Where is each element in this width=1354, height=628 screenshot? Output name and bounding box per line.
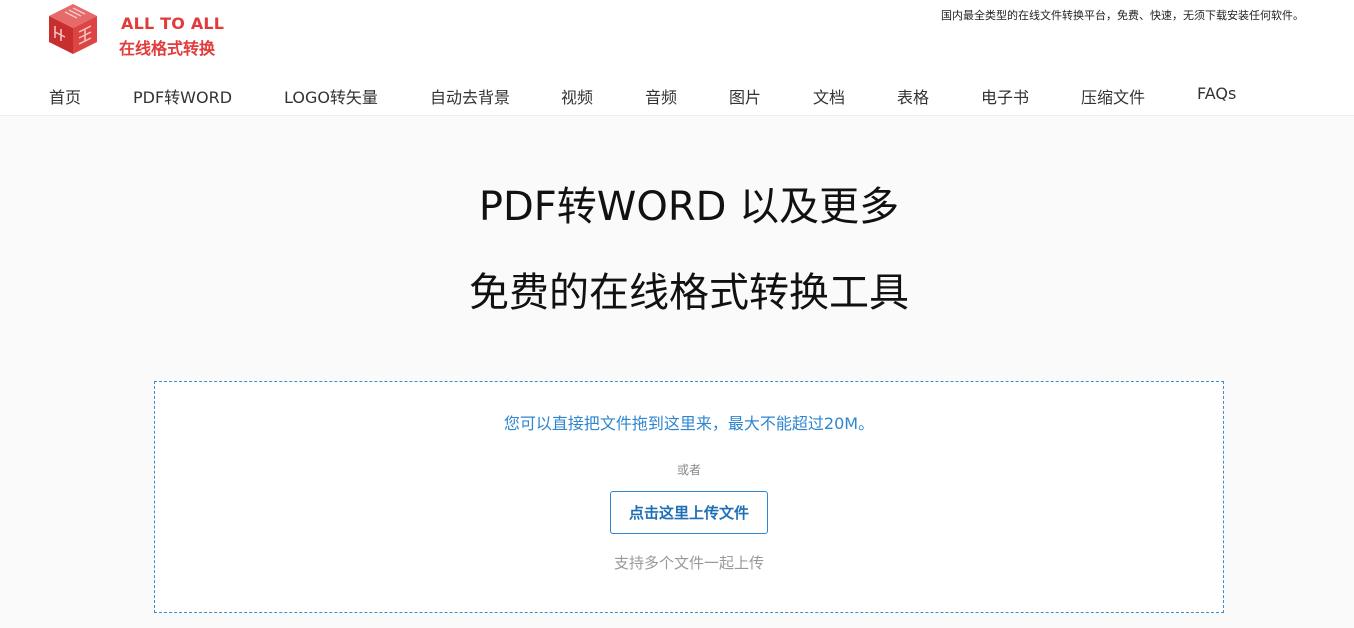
nav-item-audio[interactable]: 音频 <box>645 84 677 108</box>
nav-item-image[interactable]: 图片 <box>729 84 761 108</box>
nav-item-document[interactable]: 文档 <box>813 84 845 108</box>
hero-title-primary: PDF转WORD 以及更多 <box>478 184 900 230</box>
hero-title-secondary: 免费的在线格式转换工具 <box>469 270 909 316</box>
drop-hint-text: 您可以直接把文件拖到这里来，最大不能超过20M。 <box>503 414 875 433</box>
logo-text-chinese: 在线格式转换 <box>119 39 216 58</box>
multi-upload-hint: 支持多个文件一起上传 <box>613 554 764 572</box>
or-separator-text: 或者 <box>676 463 701 477</box>
site-logo[interactable]: ALL TO ALL 在线格式转换 <box>47 2 227 58</box>
nav-item-logo-to-vector[interactable]: LOGO转矢量 <box>284 84 378 108</box>
main-nav: 首页 PDF转WORD LOGO转矢量 自动去背景 视频 音频 图片 文档 表格… <box>0 84 1354 108</box>
nav-item-remove-background[interactable]: 自动去背景 <box>430 84 510 108</box>
nav-item-home[interactable]: 首页 <box>49 84 81 108</box>
nav-item-ebook[interactable]: 电子书 <box>981 84 1029 108</box>
logo-text-english: ALL TO ALL <box>121 14 225 33</box>
nav-item-spreadsheet[interactable]: 表格 <box>897 84 929 108</box>
nav-item-pdf-to-word[interactable]: PDF转WORD <box>133 84 232 108</box>
nav-item-faqs[interactable]: FAQs <box>1197 84 1236 103</box>
site-tagline: 国内最全类型的在线文件转换平台，免费、快速，无须下载安装任何软件。 <box>941 9 1304 22</box>
upload-file-button[interactable]: 点击这里上传文件 <box>610 491 768 534</box>
nav-item-video[interactable]: 视频 <box>561 84 593 108</box>
site-header: ALL TO ALL 在线格式转换 国内最全类型的在线文件转换平台，免费、快速，… <box>0 0 1354 116</box>
file-dropzone[interactable]: 您可以直接把文件拖到这里来，最大不能超过20M。 或者 点击这里上传文件 支持多… <box>154 381 1224 613</box>
cube-logo-icon <box>49 4 97 54</box>
nav-item-archive[interactable]: 压缩文件 <box>1081 84 1145 108</box>
